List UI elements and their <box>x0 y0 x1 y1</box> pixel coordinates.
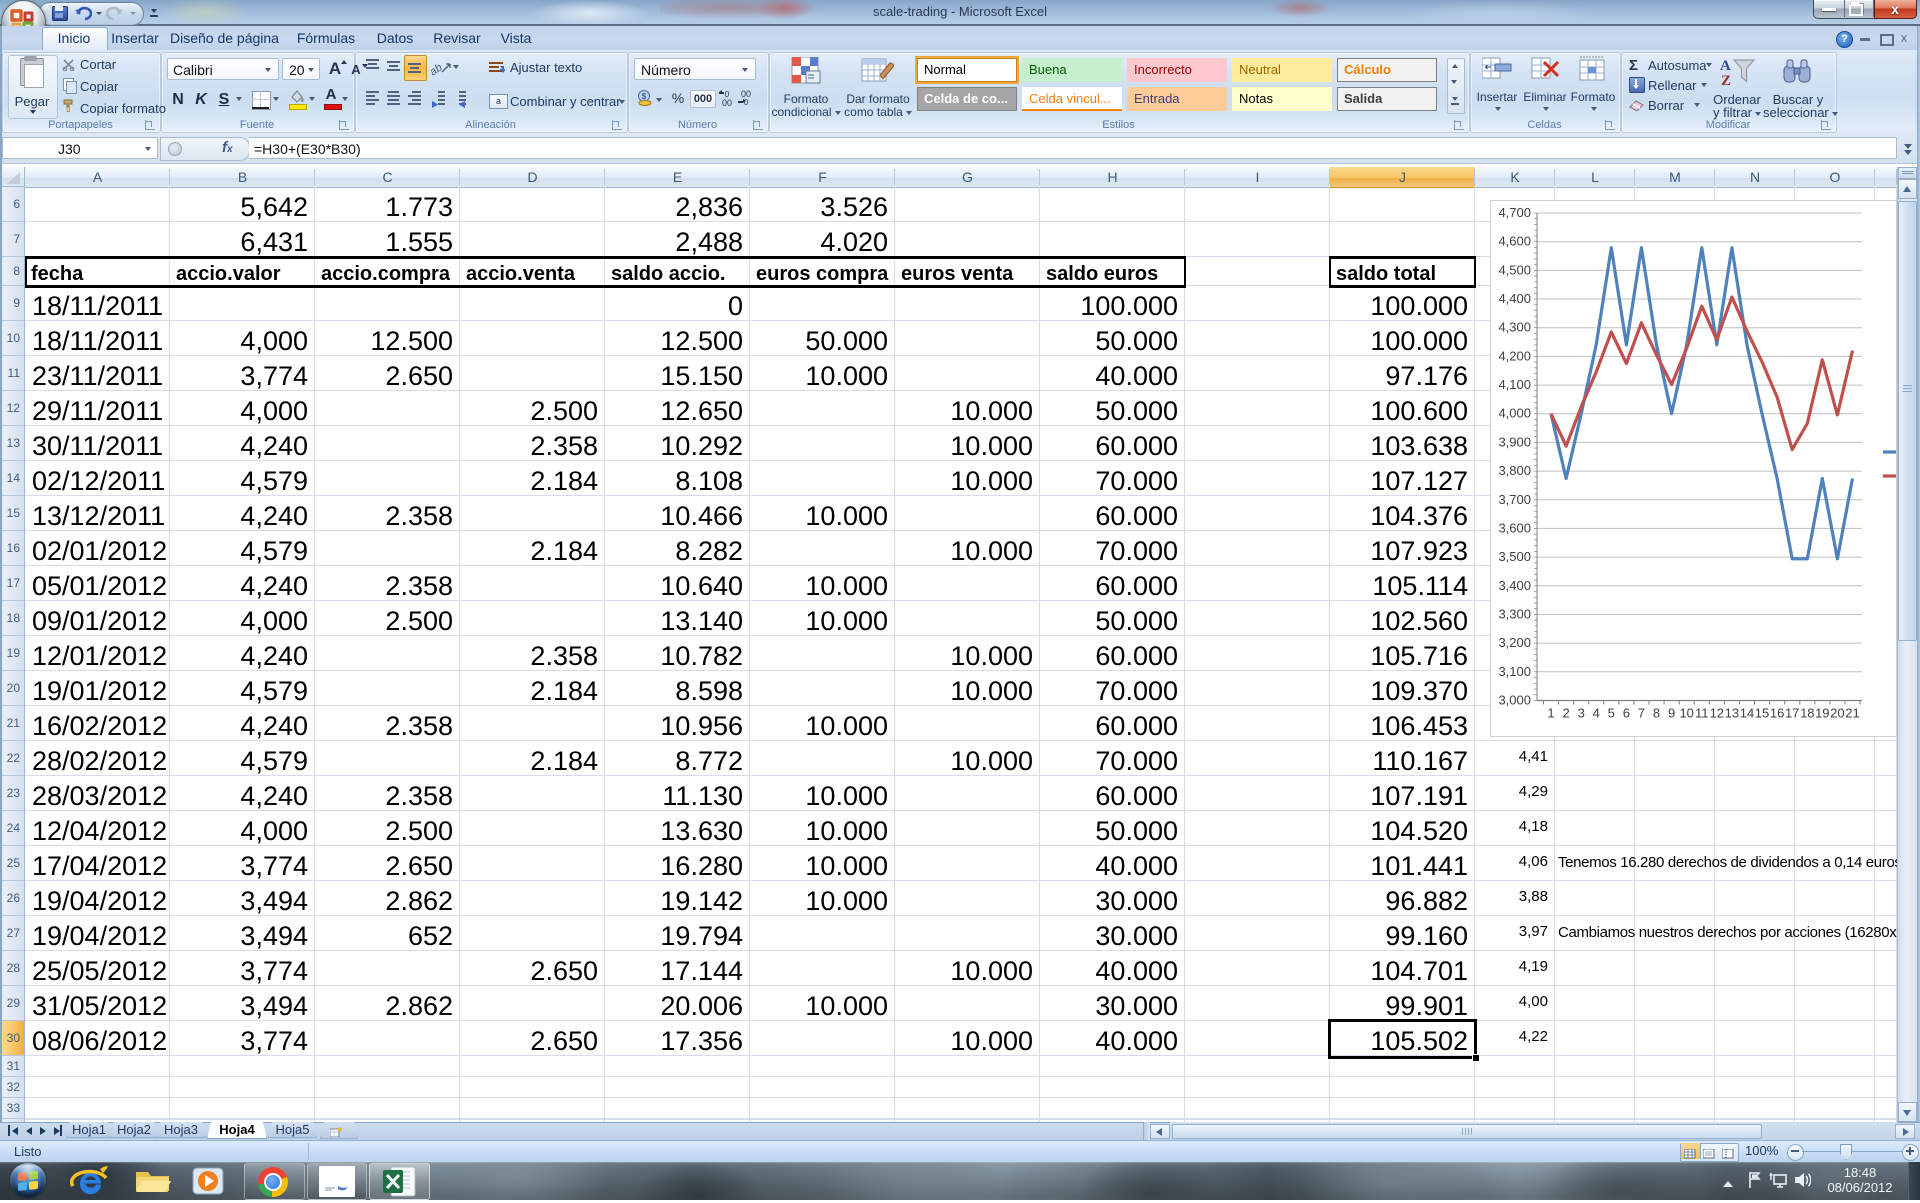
svg-text:13: 13 <box>1725 706 1739 721</box>
svg-text:4,000: 4,000 <box>1498 406 1531 421</box>
svg-text:3,600: 3,600 <box>1498 520 1531 535</box>
svg-text:3,400: 3,400 <box>1498 578 1531 593</box>
svg-text:4: 4 <box>1593 706 1600 721</box>
svg-text:4,200: 4,200 <box>1498 348 1531 363</box>
svg-text:4,700: 4,700 <box>1498 205 1531 220</box>
svg-text:3,200: 3,200 <box>1498 635 1531 650</box>
svg-text:3: 3 <box>1578 706 1585 721</box>
svg-text:4,500: 4,500 <box>1498 262 1531 277</box>
svg-text:4,100: 4,100 <box>1498 377 1531 392</box>
svg-text:17: 17 <box>1785 706 1799 721</box>
svg-text:15: 15 <box>1755 706 1769 721</box>
svg-text:4,300: 4,300 <box>1498 320 1531 335</box>
svg-text:2: 2 <box>1562 706 1569 721</box>
svg-text:3,900: 3,900 <box>1498 434 1531 449</box>
svg-text:10: 10 <box>1679 706 1693 721</box>
svg-text:18: 18 <box>1800 706 1814 721</box>
svg-text:1: 1 <box>1547 706 1554 721</box>
svg-text:ab: ab <box>430 62 445 76</box>
svg-text:8: 8 <box>1653 706 1660 721</box>
svg-text:6: 6 <box>1623 706 1630 721</box>
svg-text:7: 7 <box>1638 706 1645 721</box>
svg-text:9: 9 <box>1668 706 1675 721</box>
svg-text:14: 14 <box>1740 706 1754 721</box>
svg-text:12: 12 <box>1710 706 1724 721</box>
svg-text:21: 21 <box>1845 706 1859 721</box>
svg-text:3,000: 3,000 <box>1498 693 1531 708</box>
svg-text:$: $ <box>642 92 647 101</box>
svg-text:16: 16 <box>1770 706 1784 721</box>
svg-text:A: A <box>1720 58 1731 74</box>
svg-text:3,500: 3,500 <box>1498 549 1531 564</box>
svg-text:19: 19 <box>1815 706 1829 721</box>
svg-text:4,600: 4,600 <box>1498 234 1531 249</box>
svg-text:3,300: 3,300 <box>1498 607 1531 622</box>
svg-text:3,800: 3,800 <box>1498 463 1531 478</box>
svg-text:5: 5 <box>1608 706 1615 721</box>
svg-text:11: 11 <box>1695 706 1709 721</box>
svg-text:Z: Z <box>1721 73 1731 86</box>
svg-text:20: 20 <box>1830 706 1844 721</box>
svg-text:4,400: 4,400 <box>1498 291 1531 306</box>
svg-text:3,700: 3,700 <box>1498 492 1531 507</box>
svg-text:3,100: 3,100 <box>1498 664 1531 679</box>
